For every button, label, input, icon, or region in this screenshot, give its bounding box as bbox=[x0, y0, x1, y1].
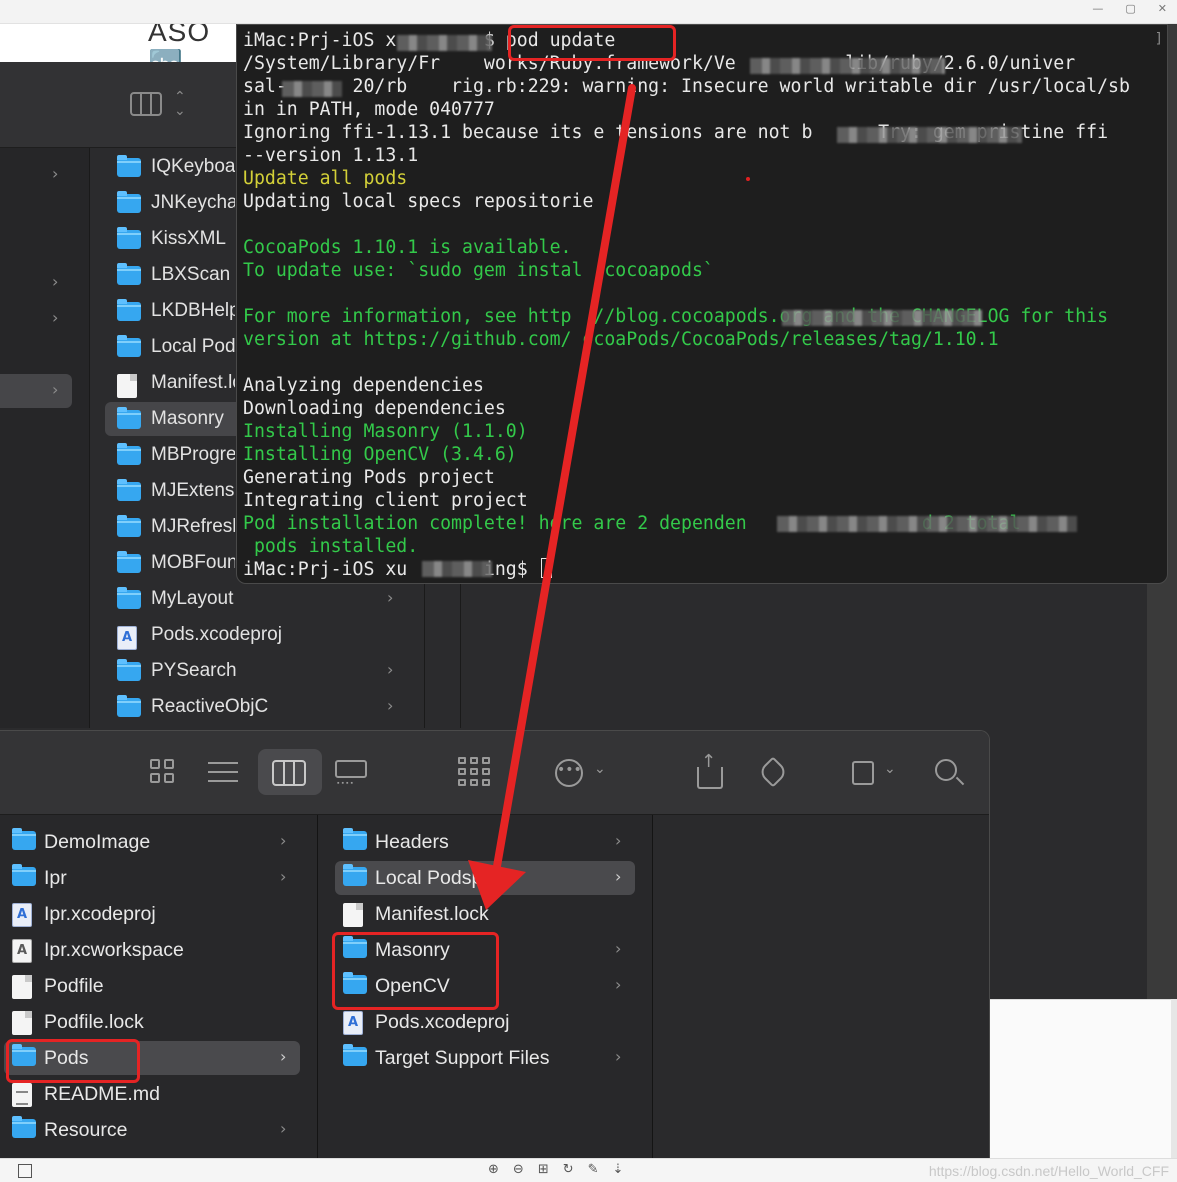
bottom-status-bar: ⊕ ⊖ ⊞ ↻ ✎ ⇣ https://blog.csdn.net/Hello_World… bbox=[0, 1158, 1177, 1182]
arrow-shaft bbox=[492, 84, 636, 876]
bottom-tool-icon[interactable]: ⊕ bbox=[488, 1162, 499, 1177]
bottom-tool-icon[interactable]: ⊖ bbox=[513, 1162, 524, 1177]
bottom-tool-icon[interactable]: ⊞ bbox=[538, 1162, 549, 1177]
bottom-tool-icon[interactable]: ✎ bbox=[588, 1162, 599, 1177]
annotation-arrow bbox=[468, 84, 636, 910]
bottom-toolbar: ⊕ ⊖ ⊞ ↻ ✎ ⇣ bbox=[488, 1162, 623, 1177]
bottom-tool-icon[interactable]: ↻ bbox=[563, 1162, 574, 1177]
watermark: https://blog.csdn.net/Hello_World_CFF bbox=[928, 1163, 1169, 1179]
arrow-head bbox=[468, 860, 526, 910]
bottom-tool-icon[interactable]: ⇣ bbox=[613, 1162, 624, 1177]
checkbox[interactable] bbox=[18, 1164, 32, 1178]
